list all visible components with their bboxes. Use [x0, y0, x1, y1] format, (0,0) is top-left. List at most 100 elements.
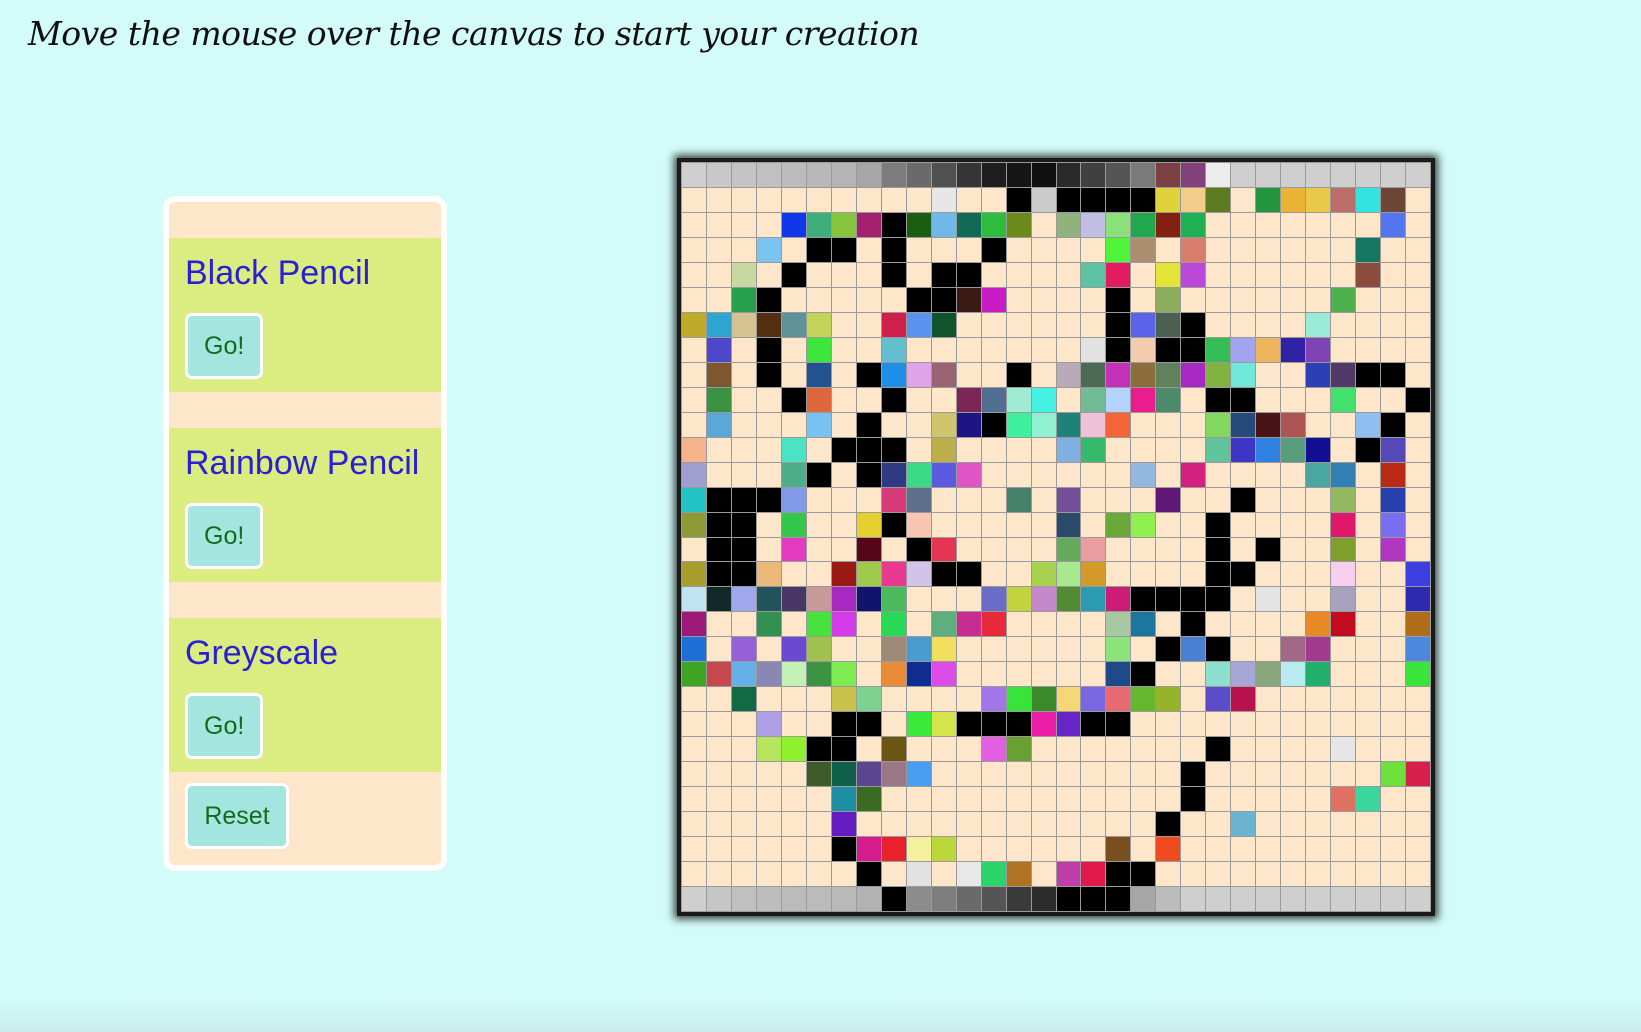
canvas-cell[interactable] — [1231, 837, 1256, 862]
canvas-cell[interactable] — [1181, 762, 1206, 787]
canvas-cell[interactable] — [1006, 762, 1031, 787]
canvas-cell[interactable] — [956, 612, 981, 637]
canvas-cell[interactable] — [806, 587, 831, 612]
canvas-cell[interactable] — [1181, 237, 1206, 262]
canvas-cell[interactable] — [706, 337, 731, 362]
canvas-cell[interactable] — [756, 612, 781, 637]
canvas-cell[interactable] — [956, 837, 981, 862]
canvas-cell[interactable] — [1206, 837, 1231, 862]
canvas-cell[interactable] — [1131, 412, 1156, 437]
canvas-cell[interactable] — [1381, 437, 1406, 462]
canvas-cell[interactable] — [1156, 163, 1181, 187]
canvas-cell[interactable] — [856, 237, 881, 262]
canvas-cell[interactable] — [1356, 362, 1381, 387]
canvas-cell[interactable] — [806, 687, 831, 712]
canvas-cell[interactable] — [1231, 562, 1256, 587]
canvas-cell[interactable] — [1056, 762, 1081, 787]
canvas-cell[interactable] — [906, 812, 931, 837]
canvas-cell[interactable] — [1406, 762, 1430, 787]
canvas-cell[interactable] — [1056, 737, 1081, 762]
canvas-cell[interactable] — [1156, 637, 1181, 662]
canvas-cell[interactable] — [931, 562, 956, 587]
canvas-cell[interactable] — [756, 687, 781, 712]
canvas-cell[interactable] — [856, 787, 881, 812]
canvas-cell[interactable] — [781, 237, 806, 262]
canvas-cell[interactable] — [806, 462, 831, 487]
canvas-cell[interactable] — [1106, 662, 1131, 687]
canvas-cell[interactable] — [1056, 712, 1081, 737]
canvas-cell[interactable] — [1206, 412, 1231, 437]
canvas-cell[interactable] — [1406, 587, 1430, 612]
canvas-cell[interactable] — [1156, 287, 1181, 312]
canvas-cell[interactable] — [981, 862, 1006, 887]
canvas-cell[interactable] — [881, 387, 906, 412]
canvas-cell[interactable] — [806, 163, 831, 187]
canvas-cell[interactable] — [831, 787, 856, 812]
canvas-cell[interactable] — [1331, 562, 1356, 587]
canvas-cell[interactable] — [931, 712, 956, 737]
canvas-cell[interactable] — [781, 687, 806, 712]
canvas-cell[interactable] — [931, 862, 956, 887]
canvas-cell[interactable] — [706, 562, 731, 587]
canvas-cell[interactable] — [1256, 787, 1281, 812]
canvas-cell[interactable] — [931, 737, 956, 762]
canvas-cell[interactable] — [706, 387, 731, 412]
canvas-cell[interactable] — [1006, 737, 1031, 762]
canvas-cell[interactable] — [931, 537, 956, 562]
canvas-cell[interactable] — [1356, 862, 1381, 887]
canvas-cell[interactable] — [1381, 212, 1406, 237]
canvas-cell[interactable] — [981, 337, 1006, 362]
canvas-cell[interactable] — [856, 287, 881, 312]
canvas-cell[interactable] — [1181, 337, 1206, 362]
canvas-cell[interactable] — [682, 787, 706, 812]
canvas-cell[interactable] — [1281, 537, 1306, 562]
canvas-cell[interactable] — [1031, 887, 1056, 911]
canvas-cell[interactable] — [1206, 262, 1231, 287]
canvas-cell[interactable] — [1356, 762, 1381, 787]
canvas-cell[interactable] — [1381, 462, 1406, 487]
canvas-cell[interactable] — [1306, 587, 1331, 612]
canvas-cell[interactable] — [1206, 887, 1231, 911]
canvas-cell[interactable] — [1256, 412, 1281, 437]
canvas-cell[interactable] — [731, 462, 756, 487]
canvas-cell[interactable] — [931, 362, 956, 387]
canvas-cell[interactable] — [806, 187, 831, 212]
canvas-cell[interactable] — [1131, 612, 1156, 637]
canvas-cell[interactable] — [956, 512, 981, 537]
canvas-cell[interactable] — [682, 187, 706, 212]
canvas-cell[interactable] — [1131, 837, 1156, 862]
canvas-cell[interactable] — [1106, 887, 1131, 911]
canvas-cell[interactable] — [1131, 862, 1156, 887]
canvas-cell[interactable] — [906, 187, 931, 212]
canvas-cell[interactable] — [1106, 537, 1131, 562]
canvas-cell[interactable] — [1106, 362, 1131, 387]
canvas-cell[interactable] — [1331, 687, 1356, 712]
canvas-cell[interactable] — [1356, 163, 1381, 187]
canvas-cell[interactable] — [1381, 587, 1406, 612]
canvas-cell[interactable] — [806, 362, 831, 387]
canvas-cell[interactable] — [1306, 637, 1331, 662]
canvas-cell[interactable] — [906, 712, 931, 737]
canvas-cell[interactable] — [981, 737, 1006, 762]
canvas-cell[interactable] — [1256, 887, 1281, 911]
canvas-cell[interactable] — [981, 362, 1006, 387]
canvas-cell[interactable] — [981, 412, 1006, 437]
canvas-cell[interactable] — [1131, 662, 1156, 687]
canvas-cell[interactable] — [956, 412, 981, 437]
canvas-cell[interactable] — [1056, 862, 1081, 887]
canvas-cell[interactable] — [1281, 437, 1306, 462]
canvas-cell[interactable] — [682, 737, 706, 762]
canvas-cell[interactable] — [1281, 163, 1306, 187]
canvas-cell[interactable] — [1406, 212, 1430, 237]
canvas-cell[interactable] — [756, 387, 781, 412]
canvas-cell[interactable] — [1031, 412, 1056, 437]
canvas-cell[interactable] — [1306, 462, 1331, 487]
canvas-cell[interactable] — [856, 737, 881, 762]
canvas-cell[interactable] — [1306, 787, 1331, 812]
canvas-cell[interactable] — [1381, 412, 1406, 437]
canvas-cell[interactable] — [1131, 687, 1156, 712]
canvas-cell[interactable] — [1281, 687, 1306, 712]
canvas-cell[interactable] — [781, 837, 806, 862]
canvas-cell[interactable] — [1381, 262, 1406, 287]
canvas-cell[interactable] — [1106, 163, 1131, 187]
